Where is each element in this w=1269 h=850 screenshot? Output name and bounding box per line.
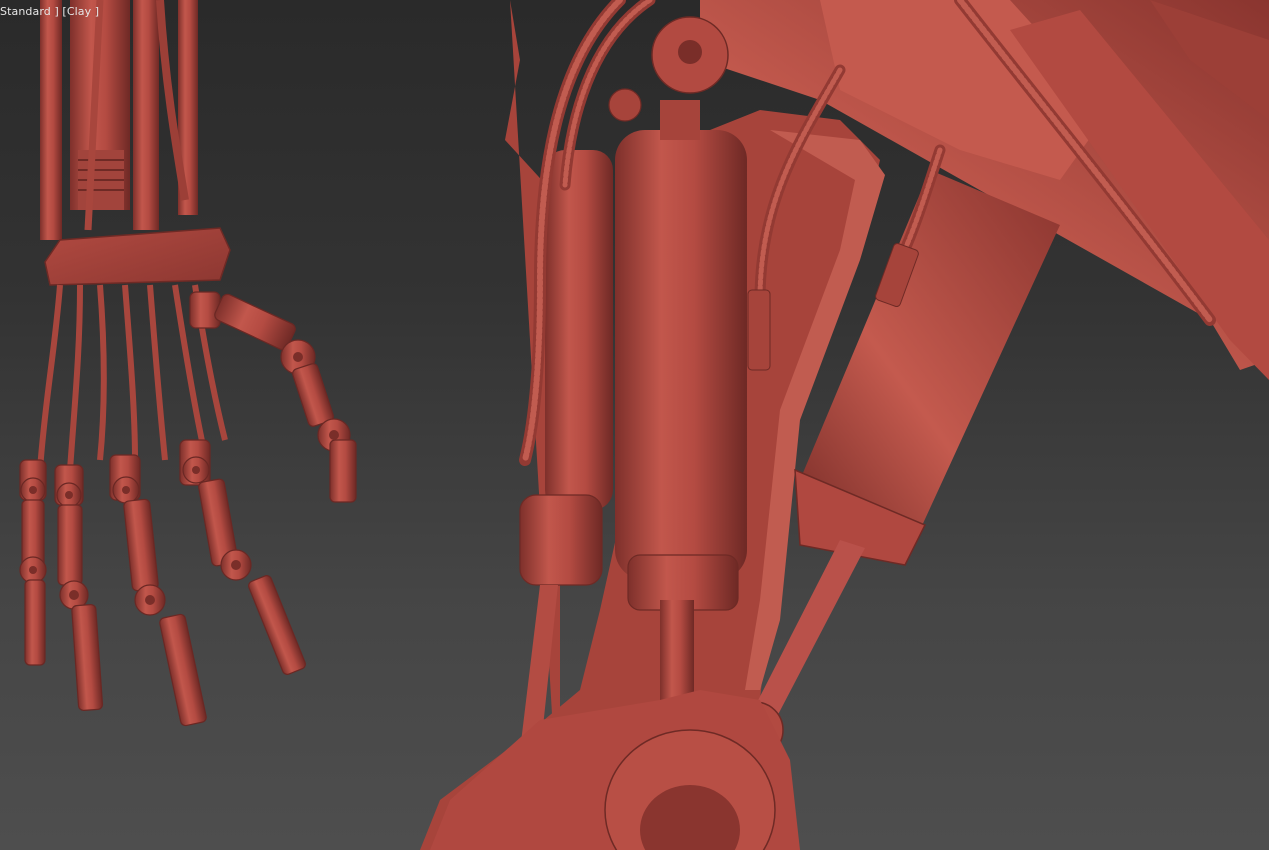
left-cylinder-cap <box>519 494 603 586</box>
finger-pinky-tip <box>24 579 46 666</box>
thumb-segment <box>292 363 334 427</box>
finger-middle-tip <box>159 613 207 727</box>
robotic-leg-model[interactable] <box>420 0 1269 850</box>
3d-viewport[interactable]: Standard ] [Clay ] <box>0 0 1269 850</box>
wrist-plate <box>44 227 231 286</box>
finger-ring-mid <box>57 504 83 586</box>
thumb-mid <box>214 293 296 351</box>
central-top-clevis <box>660 100 700 140</box>
central-hydraulic-cylinder <box>615 130 747 580</box>
hose-fitting <box>747 289 771 371</box>
robotic-hand-model[interactable] <box>19 0 357 727</box>
thumb-base <box>189 291 221 329</box>
forearm-rod <box>133 0 159 230</box>
viewport-scene[interactable] <box>0 0 1269 850</box>
finger-index-tip <box>248 575 306 675</box>
top-pivot-bolt <box>678 40 702 64</box>
left-hydraulic-cylinder <box>545 150 613 510</box>
finger-middle-mid <box>123 498 159 592</box>
side-pivot-joint <box>608 88 642 122</box>
thumb-tip <box>329 439 357 503</box>
forearm-rod <box>40 0 62 240</box>
finger-ring-tip <box>71 604 104 711</box>
viewport-shading-label[interactable]: Standard ] [Clay ] <box>0 5 99 18</box>
